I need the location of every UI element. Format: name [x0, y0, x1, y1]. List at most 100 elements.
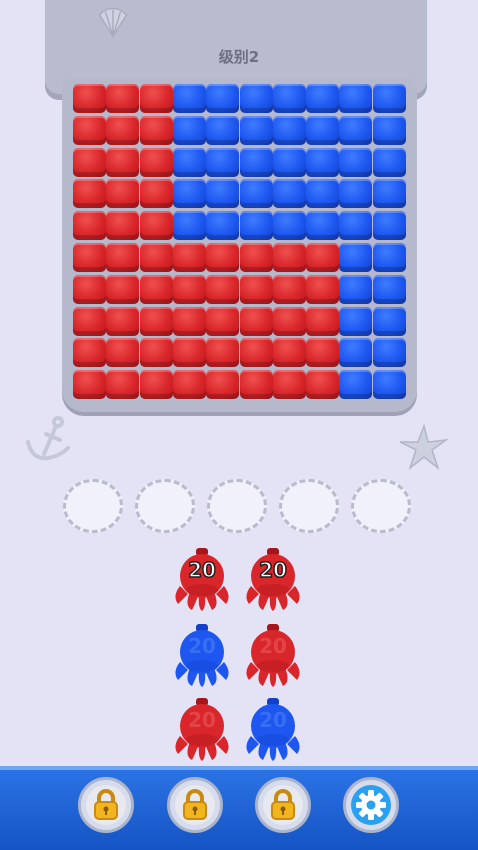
- empty-slot[interactable]: [351, 479, 411, 533]
- red-cube: [206, 370, 240, 400]
- blue-cube: [239, 84, 273, 113]
- red-cube: [172, 370, 206, 400]
- level-label: 级别2: [218, 48, 260, 66]
- shooter-count: 20: [187, 557, 216, 583]
- blue-cube: [339, 306, 373, 336]
- red-cube: [139, 179, 173, 209]
- blue-cube: [272, 115, 306, 145]
- red-cube: [306, 338, 340, 368]
- red-cube: [73, 179, 106, 209]
- empty-slot[interactable]: [135, 479, 195, 533]
- locked-button-1[interactable]: [78, 777, 134, 833]
- blue-cube: [172, 147, 206, 177]
- blue-cube: [239, 147, 273, 177]
- blue-cube: [372, 306, 406, 336]
- red-cube: [172, 243, 206, 272]
- blue-cube: [172, 115, 206, 145]
- empty-slot[interactable]: [207, 479, 267, 533]
- red-cube: [139, 306, 173, 336]
- shooter-count: 20: [258, 557, 287, 583]
- blue-cube: [339, 115, 373, 145]
- shooter-count: 20: [188, 634, 216, 658]
- starfish-icon: [399, 424, 448, 471]
- red-cube: [139, 338, 173, 368]
- blue-cube: [239, 115, 273, 145]
- red-cube: [139, 84, 173, 113]
- red-cube: [306, 243, 340, 272]
- red-cube: [172, 274, 206, 304]
- red-cube: [106, 243, 140, 272]
- red-cube: [139, 274, 173, 304]
- blue-cube: [339, 211, 373, 241]
- red-cube: [206, 338, 240, 368]
- red-cube: [306, 370, 340, 400]
- anchor-icon: [26, 416, 70, 461]
- locked-button-2[interactable]: [167, 777, 223, 833]
- red-cube: [272, 338, 306, 368]
- red-cube: [239, 306, 273, 336]
- red-cube: [206, 306, 240, 336]
- shooter-count: 20: [259, 708, 287, 732]
- blue-cube: [372, 84, 406, 113]
- blue-cube: [339, 147, 373, 177]
- seashell-icon: [98, 7, 128, 38]
- red-cube: [306, 306, 340, 336]
- lock-icon: [94, 789, 118, 820]
- gear-icon: [356, 790, 386, 820]
- cube-board[interactable]: [73, 84, 406, 402]
- blue-cube: [206, 84, 240, 113]
- red-cube: [106, 179, 140, 209]
- blue-cube: [172, 211, 206, 241]
- blue-cube: [306, 115, 340, 145]
- blue-cube: [339, 179, 373, 209]
- blue-cube: [372, 370, 406, 400]
- locked-button-3[interactable]: [255, 777, 311, 833]
- red-octopus-shooter[interactable]: 20: [170, 546, 234, 612]
- red-cube: [172, 338, 206, 368]
- red-cube: [106, 115, 140, 145]
- red-cube: [73, 306, 106, 336]
- empty-slot[interactable]: [63, 479, 123, 533]
- blue-octopus-shooter: 20: [170, 622, 234, 688]
- blue-cube: [372, 179, 406, 209]
- shooter-count: 20: [188, 708, 216, 732]
- blue-cube: [306, 211, 340, 241]
- blue-cube: [372, 274, 406, 304]
- empty-slot[interactable]: [279, 479, 339, 533]
- blue-cube: [339, 84, 373, 113]
- settings-button[interactable]: [343, 777, 399, 833]
- red-cube: [239, 243, 273, 272]
- red-cube: [139, 370, 173, 400]
- blue-cube: [239, 179, 273, 209]
- red-cube: [73, 115, 106, 145]
- red-octopus-shooter[interactable]: 20: [241, 546, 305, 612]
- red-cube: [106, 338, 140, 368]
- red-cube: [239, 274, 273, 304]
- blue-cube: [206, 179, 240, 209]
- red-cube: [73, 338, 106, 368]
- red-cube: [206, 243, 240, 272]
- blue-cube: [339, 274, 373, 304]
- red-cube: [106, 306, 140, 336]
- blue-cube: [372, 115, 406, 145]
- red-cube: [239, 370, 273, 400]
- blue-cube: [372, 338, 406, 368]
- blue-cube: [272, 179, 306, 209]
- red-cube: [73, 84, 106, 113]
- blue-cube: [206, 115, 240, 145]
- blue-octopus-shooter: 20: [241, 696, 305, 762]
- red-cube: [272, 243, 306, 272]
- blue-cube: [172, 179, 206, 209]
- red-cube: [272, 306, 306, 336]
- red-cube: [239, 338, 273, 368]
- red-cube: [306, 274, 340, 304]
- red-cube: [206, 274, 240, 304]
- blue-cube: [172, 84, 206, 113]
- blue-cube: [339, 370, 373, 400]
- blue-cube: [372, 147, 406, 177]
- blue-cube: [339, 243, 373, 272]
- blue-cube: [306, 147, 340, 177]
- blue-cube: [239, 211, 273, 241]
- lock-icon: [271, 789, 295, 820]
- blue-cube: [339, 338, 373, 368]
